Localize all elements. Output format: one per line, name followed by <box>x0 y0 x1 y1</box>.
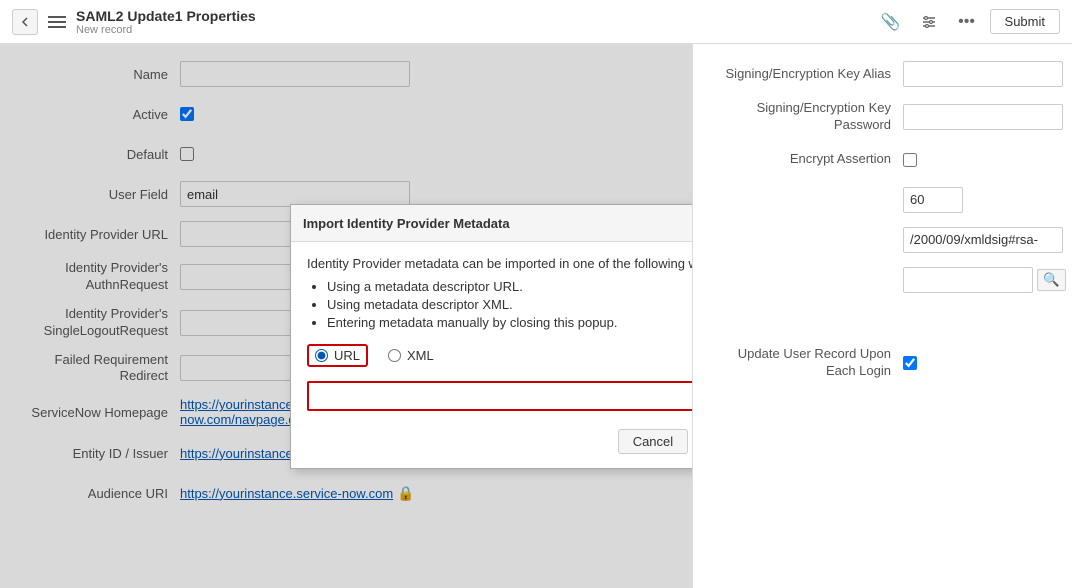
xml-radio[interactable] <box>388 349 401 362</box>
main-content: Name Active Default User Field <box>0 44 1072 588</box>
url-radio-option[interactable]: URL <box>315 348 360 363</box>
key-alias-input[interactable] <box>903 61 1063 87</box>
dialog-list-item-2: Using metadata descriptor XML. <box>327 297 692 312</box>
paperclip-icon[interactable]: 📎 <box>876 7 906 37</box>
app-header: SAML2 Update1 Properties New record 📎 ••… <box>0 0 1072 44</box>
url-radio[interactable] <box>315 349 328 362</box>
submit-button[interactable]: Submit <box>990 9 1060 34</box>
number-row <box>713 186 1052 214</box>
search-field-group: 🔍 <box>903 267 1066 293</box>
header-right: 📎 ••• Submit <box>876 7 1060 37</box>
key-password-input[interactable] <box>903 104 1063 130</box>
hamburger-menu[interactable] <box>48 16 66 28</box>
header-left: SAML2 Update1 Properties New record <box>12 8 256 36</box>
update-user-checkbox[interactable] <box>903 356 917 370</box>
dialog-body: Identity Provider metadata can be import… <box>291 242 692 468</box>
more-options-icon[interactable]: ••• <box>952 7 982 37</box>
dialog-title: Import Identity Provider Metadata <box>303 216 510 231</box>
settings-sliders-icon[interactable] <box>914 7 944 37</box>
search-field-input[interactable] <box>903 267 1033 293</box>
update-user-label: Update User Record Upon Each Login <box>713 346 903 380</box>
cancel-button[interactable]: Cancel <box>618 429 688 454</box>
dialog-footer: Cancel Import <box>307 425 692 454</box>
encrypt-label: Encrypt Assertion <box>713 151 903 168</box>
dialog-list: Using a metadata descriptor URL. Using m… <box>327 279 692 330</box>
key-password-label: Signing/Encryption Key Password <box>713 100 903 134</box>
encrypt-checkbox[interactable] <box>903 153 917 167</box>
key-alias-label: Signing/Encryption Key Alias <box>713 66 903 83</box>
header-title: SAML2 Update1 Properties New record <box>76 8 256 36</box>
xmldsig-input[interactable] <box>903 227 1063 253</box>
page-title: SAML2 Update1 Properties <box>76 8 256 24</box>
search-row: 🔍 <box>713 266 1052 294</box>
form-area: Name Active Default User Field <box>0 44 692 588</box>
encrypt-row: Encrypt Assertion <box>713 146 1052 174</box>
right-panel: Signing/Encryption Key Alias Signing/Enc… <box>692 44 1072 588</box>
update-user-checkbox-wrap <box>903 356 917 370</box>
url-radio-box: URL <box>307 344 368 367</box>
page-subtitle: New record <box>76 24 256 36</box>
back-button[interactable] <box>12 9 38 35</box>
dialog-overlay: Import Identity Provider Metadata ✕ Iden… <box>0 44 692 588</box>
xml-radio-label: XML <box>407 348 434 363</box>
xml-radio-option[interactable]: XML <box>388 348 434 363</box>
key-alias-row: Signing/Encryption Key Alias <box>713 60 1052 88</box>
dialog-list-item-3: Entering metadata manually by closing th… <box>327 315 692 330</box>
import-metadata-dialog: Import Identity Provider Metadata ✕ Iden… <box>290 204 692 469</box>
radio-group: URL XML <box>307 344 692 367</box>
dialog-list-item-1: Using a metadata descriptor URL. <box>327 279 692 294</box>
url-radio-label: URL <box>334 348 360 363</box>
search-button[interactable]: 🔍 <box>1037 269 1066 291</box>
key-password-row: Signing/Encryption Key Password <box>713 100 1052 134</box>
update-user-row: Update User Record Upon Each Login <box>713 346 1052 380</box>
xmldsig-row <box>713 226 1052 254</box>
dialog-description: Identity Provider metadata can be import… <box>307 256 692 271</box>
encrypt-checkbox-wrap <box>903 153 917 167</box>
dialog-header: Import Identity Provider Metadata ✕ <box>291 205 692 242</box>
number-input[interactable] <box>903 187 963 213</box>
url-input[interactable] <box>307 381 692 411</box>
